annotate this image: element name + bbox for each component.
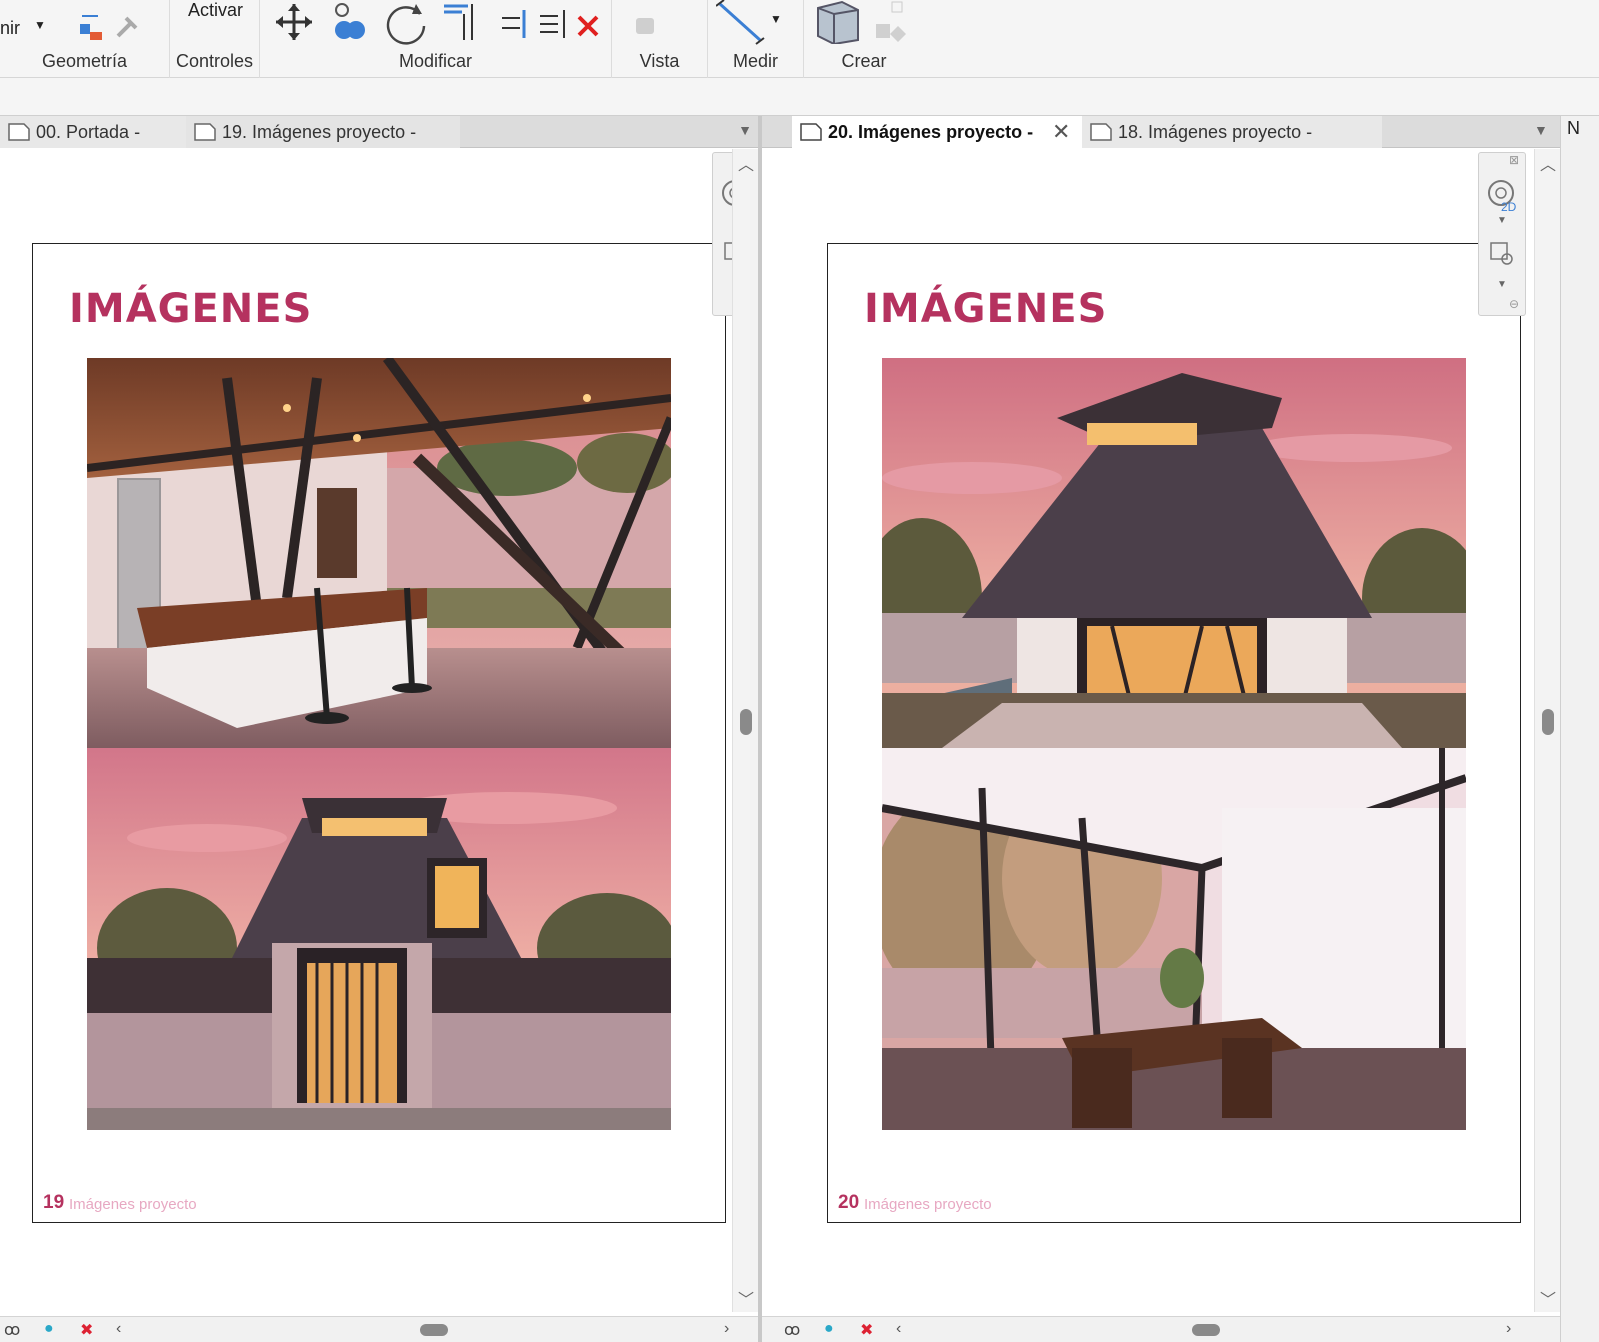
navigation-bar: ⊠ 2D ▼ ▼ ⊖ <box>1478 152 1526 316</box>
house-rear-photo[interactable] <box>882 358 1466 748</box>
chevron-down-icon[interactable]: ▼ <box>770 12 782 26</box>
right-statusbar: ꝏ ● ✖ ‹ › <box>762 1316 1560 1342</box>
right-view-pane: 20. Imágenes proyecto - ✕ 18. Imágenes p… <box>762 116 1560 1342</box>
rotate-icon[interactable] <box>384 0 430 46</box>
lightbulb-icon[interactable]: ● <box>44 1320 54 1338</box>
left-tabbar: 00. Portada - 19. Imágenes proyecto - ▼ <box>0 116 758 148</box>
steering-wheel-icon[interactable]: 2D <box>1485 177 1521 213</box>
scroll-left-icon[interactable]: ‹ <box>896 1320 901 1338</box>
sheet-19[interactable]: IMÁGENES 19 Imágenes proyecto <box>32 243 726 1223</box>
tab-dropdown-icon[interactable]: ▼ <box>1534 122 1548 138</box>
measure-icon[interactable] <box>716 0 772 46</box>
horizontal-scroll-thumb[interactable] <box>420 1324 448 1336</box>
close-icon[interactable]: ⊠ <box>1509 153 1519 167</box>
page-number: 19 <box>43 1192 65 1213</box>
tab-imagenes-20[interactable]: 20. Imágenes proyecto - <box>792 116 1082 149</box>
horizontal-scroll-thumb[interactable] <box>1192 1324 1220 1336</box>
scroll-thumb[interactable] <box>740 709 752 735</box>
zoom-window-icon[interactable] <box>723 241 732 269</box>
panel-crear: Crear <box>804 0 924 78</box>
ribbon-strip <box>0 78 1599 116</box>
close-icon[interactable]: ✕ <box>1052 116 1070 148</box>
page-caption: Imágenes proyecto <box>864 1196 992 1213</box>
scroll-left-icon[interactable]: ‹ <box>116 1320 121 1338</box>
scroll-thumb[interactable] <box>1542 709 1554 735</box>
assembly-icon[interactable] <box>874 0 914 42</box>
house-front-photo[interactable] <box>87 748 671 1130</box>
sheet-title: IMÁGENES <box>69 286 313 332</box>
customize-icon[interactable]: ⊖ <box>1509 297 1519 311</box>
zoom-window-icon[interactable] <box>1489 241 1517 269</box>
left-sheet-view[interactable]: IMÁGENES 19 Imágenes proyecto <box>0 149 732 1312</box>
chevron-down-icon[interactable]: ▼ <box>1497 215 1507 226</box>
tab-label: 18. Imágenes proyecto - <box>1118 122 1313 142</box>
panel-geometria: nir ▼ Geometría <box>0 0 170 78</box>
edge-label: N <box>1567 118 1580 138</box>
delete-icon[interactable] <box>576 14 600 38</box>
tab-imagenes-19[interactable]: 19. Imágenes proyecto - <box>186 116 460 148</box>
mode-badge: 2D <box>1501 200 1517 213</box>
scroll-right-icon[interactable]: › <box>724 1320 729 1338</box>
sheet-20[interactable]: IMÁGENES 20 Imágenes proyecto <box>827 243 1521 1223</box>
chevron-down-icon[interactable]: ▼ <box>1497 279 1507 290</box>
hide-isolate-icon[interactable]: ✖ <box>80 1320 93 1340</box>
cut-geometry-icon[interactable] <box>78 12 106 42</box>
tab-label: 20. Imágenes proyecto - <box>828 122 1034 142</box>
activar-label[interactable]: Activar <box>188 0 243 21</box>
right-vertical-scrollbar[interactable]: ︿ ﹀ <box>1534 149 1560 1312</box>
create-group-icon[interactable] <box>814 0 862 44</box>
copy-icon[interactable] <box>330 2 370 42</box>
move-icon[interactable] <box>274 2 314 42</box>
right-tabbar: 20. Imágenes proyecto - ✕ 18. Imágenes p… <box>762 116 1560 149</box>
panel-label-modificar: Modificar <box>398 51 473 71</box>
panel-label-geometria: Geometría <box>41 51 128 71</box>
tab-label: 00. Portada - <box>36 122 141 142</box>
trim-icon[interactable] <box>442 0 482 42</box>
panel-controles: Activar Controles <box>170 0 260 78</box>
steering-wheel-icon[interactable]: 2D <box>719 177 732 213</box>
ribbon: nir ▼ Geometría Activar Controles Modifi… <box>0 0 1599 78</box>
panel-medir: ▼ Medir <box>708 0 804 78</box>
panel-label-crear: Crear <box>841 51 887 71</box>
tab-label: 19. Imágenes proyecto - <box>222 122 417 142</box>
left-vertical-scrollbar[interactable]: ︿ ﹀ <box>732 149 758 1312</box>
page-caption: Imágenes proyecto <box>69 1196 197 1213</box>
scroll-right-icon[interactable]: › <box>1506 1320 1511 1338</box>
glasses-icon[interactable]: ꝏ <box>4 1320 20 1340</box>
align-icon[interactable] <box>500 8 532 40</box>
properties-panel-edge: N <box>1560 116 1599 1342</box>
tab-portada[interactable]: 00. Portada - <box>0 116 186 148</box>
scroll-up-icon[interactable]: ︿ <box>738 151 754 175</box>
scroll-down-icon[interactable]: ﹀ <box>738 1286 754 1310</box>
document-icon <box>194 123 216 141</box>
hammer-icon[interactable] <box>114 14 140 40</box>
tab-dropdown-icon[interactable]: ▼ <box>738 122 752 138</box>
dining-interior-photo[interactable] <box>882 748 1466 1130</box>
page-number: 20 <box>838 1192 860 1213</box>
hide-isolate-icon[interactable]: ✖ <box>860 1320 873 1340</box>
left-statusbar: ꝏ ● ✖ ‹ › <box>0 1316 758 1342</box>
array-icon[interactable] <box>538 8 570 40</box>
ribbon-cut-label[interactable]: nir <box>0 18 20 39</box>
document-icon <box>800 123 822 141</box>
hide-element-icon[interactable] <box>634 14 658 38</box>
panel-label-medir: Medir <box>732 51 778 71</box>
right-sheet-view[interactable]: IMÁGENES 20 Imágenes proyecto ⊠ 2D ▼ ▼ ⊖ <box>792 149 1534 1312</box>
panel-label-vista: Vista <box>639 51 680 71</box>
scroll-up-icon[interactable]: ︿ <box>1540 151 1556 175</box>
chevron-down-icon[interactable]: ▼ <box>34 18 46 32</box>
glasses-icon[interactable]: ꝏ <box>784 1320 800 1340</box>
sheet-title: IMÁGENES <box>864 286 1108 332</box>
panel-modificar: Modificar <box>260 0 612 78</box>
navigation-bar: ⊠ 2D ▼ ▼ ⊖ <box>712 152 732 316</box>
panel-label-controles: Controles <box>175 51 254 71</box>
left-view-pane: 00. Portada - 19. Imágenes proyecto - ▼ … <box>0 116 758 1342</box>
document-icon <box>8 123 30 141</box>
tab-imagenes-18[interactable]: 18. Imágenes proyecto - <box>1082 116 1382 148</box>
kitchen-interior-photo[interactable] <box>87 358 671 748</box>
lightbulb-icon[interactable]: ● <box>824 1320 834 1338</box>
document-icon <box>1090 123 1112 141</box>
scroll-down-icon[interactable]: ﹀ <box>1540 1286 1556 1310</box>
panel-vista: Vista <box>612 0 708 78</box>
